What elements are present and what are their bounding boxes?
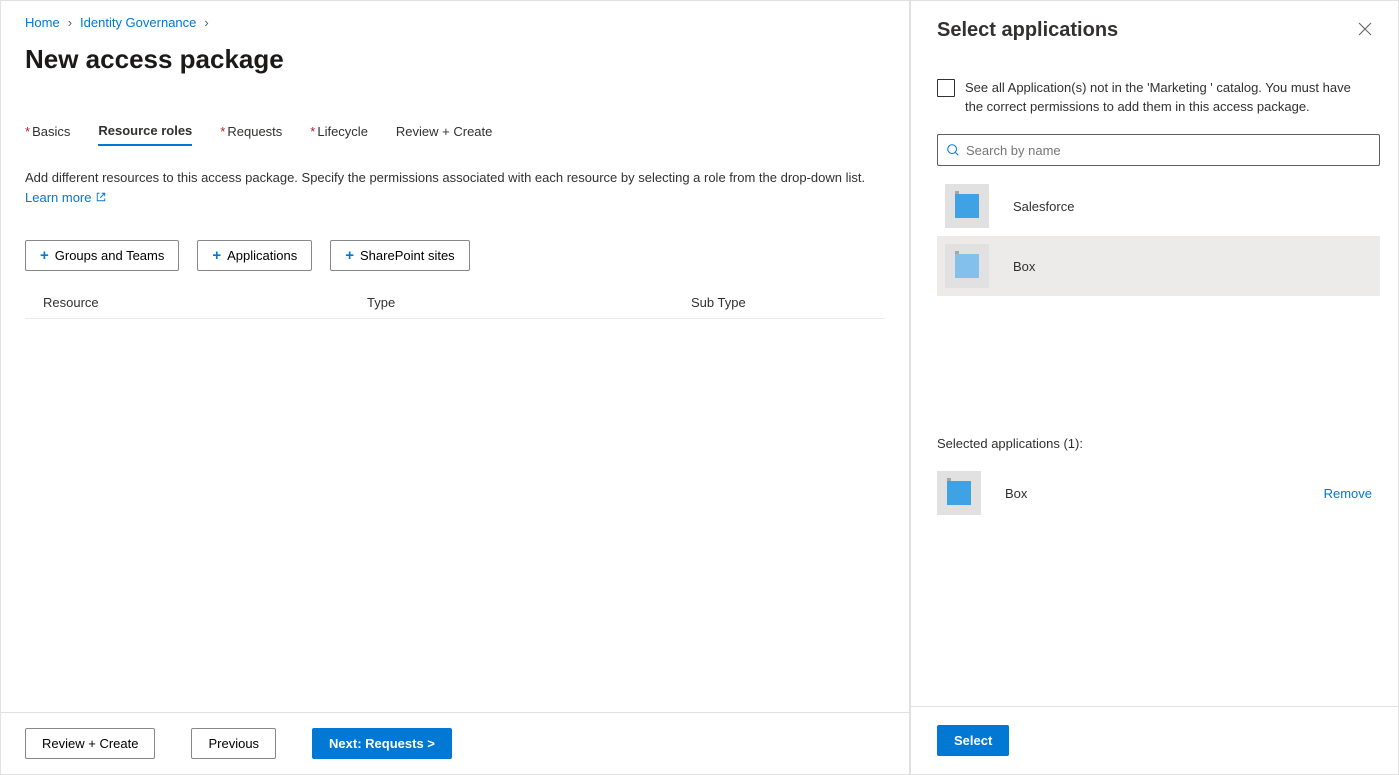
column-resource: Resource (43, 295, 367, 310)
button-label: Applications (227, 248, 297, 263)
checkbox-label: See all Application(s) not in the 'Marke… (965, 78, 1372, 116)
search-input[interactable] (960, 143, 1371, 158)
application-name: Box (1013, 259, 1035, 274)
breadcrumb-home[interactable]: Home (25, 15, 60, 30)
plus-icon: + (345, 247, 354, 264)
application-icon (945, 184, 989, 228)
selected-list: Box Remove (911, 451, 1398, 517)
tab-label: Basics (32, 124, 70, 139)
select-applications-panel: Select applications See all Application(… (910, 0, 1399, 775)
application-item-box[interactable]: Box (937, 236, 1380, 296)
panel-footer: Select (911, 706, 1398, 774)
application-item-salesforce[interactable]: Salesforce (937, 176, 1380, 236)
panel-header: Select applications (911, 1, 1398, 42)
plus-icon: + (212, 247, 221, 264)
tabs: *Basics Resource roles *Requests *Lifecy… (1, 75, 909, 146)
required-icon: * (25, 124, 30, 139)
description-text: Add different resources to this access p… (25, 170, 865, 185)
required-icon: * (220, 124, 225, 139)
tab-review-create[interactable]: Review + Create (396, 123, 492, 146)
tab-basics[interactable]: *Basics (25, 123, 70, 146)
main-content: Home › Identity Governance › New access … (0, 0, 910, 775)
selected-item-name: Box (1005, 486, 1300, 501)
selected-item-box: Box Remove (937, 469, 1372, 517)
panel-title: Select applications (937, 19, 1118, 42)
sharepoint-button[interactable]: + SharePoint sites (330, 240, 469, 271)
button-label: SharePoint sites (360, 248, 455, 263)
application-icon (945, 244, 989, 288)
next-button[interactable]: Next: Requests > (312, 728, 452, 759)
tab-lifecycle[interactable]: *Lifecycle (310, 123, 368, 146)
close-button[interactable] (1358, 22, 1372, 39)
select-button[interactable]: Select (937, 725, 1009, 756)
page-title: New access package (1, 30, 909, 75)
column-type: Type (367, 295, 691, 310)
tab-label: Lifecycle (317, 124, 368, 139)
see-all-checkbox-row[interactable]: See all Application(s) not in the 'Marke… (911, 42, 1398, 116)
chevron-right-icon: › (204, 15, 208, 30)
selected-applications-title: Selected applications (1): (911, 436, 1398, 451)
application-name: Salesforce (1013, 199, 1074, 214)
search-icon (946, 143, 960, 157)
description: Add different resources to this access p… (1, 146, 909, 208)
close-icon (1358, 22, 1372, 36)
button-label: Groups and Teams (55, 248, 165, 263)
tab-requests[interactable]: *Requests (220, 123, 282, 146)
column-subtype: Sub Type (691, 295, 867, 310)
table-header: Resource Type Sub Type (25, 287, 885, 319)
tab-label: Requests (227, 124, 282, 139)
tab-label: Resource roles (98, 123, 192, 138)
footer: Review + Create Previous Next: Requests … (1, 712, 909, 774)
applications-button[interactable]: + Applications (197, 240, 312, 271)
chevron-right-icon: › (68, 15, 72, 30)
application-icon (937, 471, 981, 515)
review-create-button[interactable]: Review + Create (25, 728, 155, 759)
search-input-wrap[interactable] (937, 134, 1380, 166)
checkbox[interactable] (937, 79, 955, 97)
required-icon: * (310, 124, 315, 139)
learn-more-link[interactable]: Learn more (25, 190, 107, 205)
plus-icon: + (40, 247, 49, 264)
resource-buttons: + Groups and Teams + Applications + Shar… (1, 208, 909, 271)
application-list: Salesforce Box (911, 166, 1398, 296)
external-link-icon (95, 191, 107, 203)
tab-resource-roles[interactable]: Resource roles (98, 123, 192, 146)
search-wrap (911, 116, 1398, 166)
tab-label: Review + Create (396, 124, 492, 139)
previous-button[interactable]: Previous (191, 728, 276, 759)
breadcrumb: Home › Identity Governance › (1, 1, 909, 30)
breadcrumb-identity-governance[interactable]: Identity Governance (80, 15, 196, 30)
resource-table: Resource Type Sub Type (25, 287, 885, 319)
groups-teams-button[interactable]: + Groups and Teams (25, 240, 179, 271)
remove-link[interactable]: Remove (1324, 486, 1372, 501)
